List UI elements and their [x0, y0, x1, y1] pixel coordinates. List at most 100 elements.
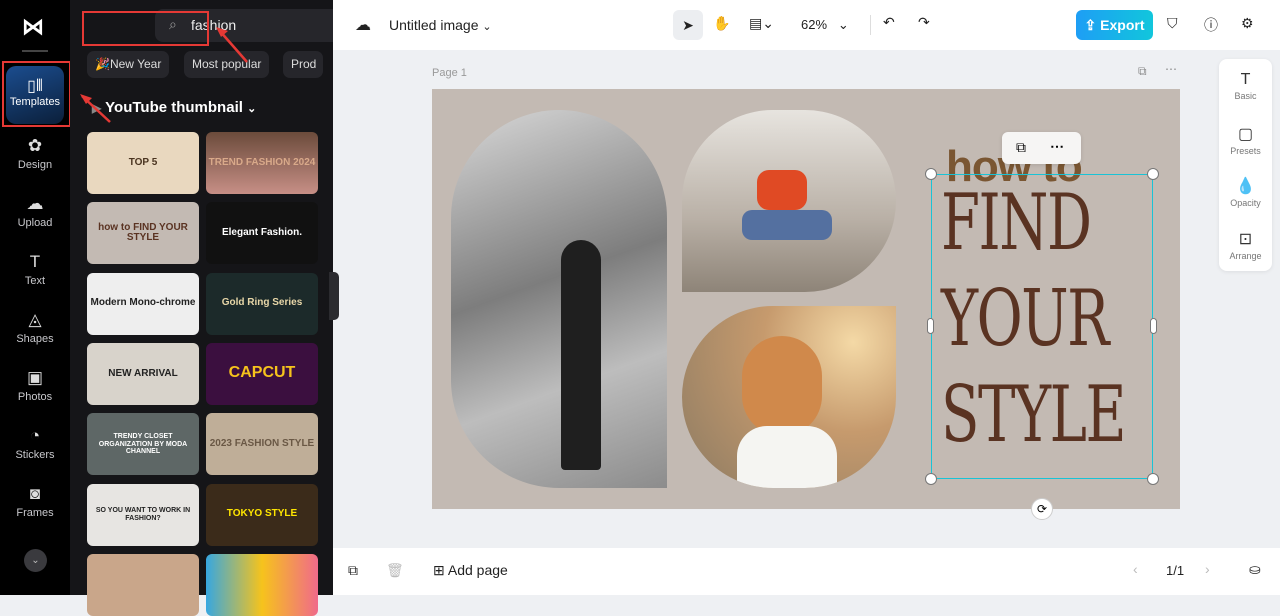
layers-icon[interactable]: ⛀: [1249, 561, 1261, 578]
resize-handle[interactable]: [1147, 473, 1159, 485]
presets-icon: ▢: [1237, 126, 1254, 143]
sidebar-item-design[interactable]: ✿ Design: [0, 136, 70, 171]
chip-products[interactable]: Prod: [283, 51, 323, 78]
sidebar-item-stickers[interactable]: ◔ Stickers: [0, 426, 70, 461]
page-label: Page 1: [432, 67, 467, 79]
select-tool-button[interactable]: ➤: [673, 10, 703, 40]
prop-opacity[interactable]: 💧 Opacity: [1219, 176, 1272, 208]
prop-arrange[interactable]: ⊡ Arrange: [1219, 229, 1272, 261]
page-more-icon[interactable]: ⋯: [1165, 62, 1177, 76]
template-thumbnail[interactable]: TOKYO STYLE: [206, 483, 318, 546]
category-label: YouTube thumbnail: [105, 99, 243, 116]
template-thumbnail[interactable]: TREND FASHION 2024: [206, 132, 318, 194]
figure: [742, 210, 832, 240]
hand-tool-button[interactable]: ✋: [713, 15, 730, 32]
cloud-save-icon: ☁: [355, 17, 371, 34]
sidebar-item-shapes[interactable]: ◬ Shapes: [0, 310, 70, 345]
prop-label: Basic: [1234, 91, 1257, 101]
panel-collapse-handle[interactable]: [329, 272, 339, 320]
title-text: Untitled image: [389, 17, 479, 33]
more-button[interactable]: ⌄: [24, 549, 47, 572]
template-thumbnail[interactable]: Gold Ring Series: [206, 272, 318, 335]
photo-woman-concrete[interactable]: [451, 110, 667, 488]
chevron-down-icon: ⌄: [247, 103, 257, 115]
duplicate-page-icon[interactable]: ⧉: [1138, 64, 1147, 79]
duplicate-icon[interactable]: ⧉: [1016, 139, 1026, 156]
resize-handle[interactable]: [1147, 168, 1159, 180]
template-title: Modern Mono-chrome: [90, 297, 196, 309]
template-thumbnail[interactable]: Elegant Fashion.: [206, 202, 318, 265]
more-icon[interactable]: ⋯: [1050, 138, 1064, 155]
template-thumbnail[interactable]: [206, 553, 318, 616]
duplicate-page-button[interactable]: ⧉: [348, 562, 358, 579]
sidebar-item-frames[interactable]: ◙ Frames: [0, 484, 70, 519]
divider: [22, 50, 48, 52]
capcut-logo: ⋈: [22, 14, 44, 39]
resize-handle-side[interactable]: [1150, 318, 1157, 334]
document-title[interactable]: Untitled image ⌄: [389, 17, 492, 33]
annotation-box: [2, 61, 71, 127]
zoom-dropdown[interactable]: 62% ⌄: [801, 17, 849, 33]
text-icon: T: [29, 252, 41, 271]
template-thumbnail[interactable]: TOP 5: [87, 132, 199, 194]
sidebar-item-label: Shapes: [16, 333, 54, 345]
resize-handle[interactable]: [925, 168, 937, 180]
layout-button[interactable]: ▤⌄: [749, 15, 774, 32]
annotation-box: [82, 11, 209, 46]
template-thumbnail[interactable]: CAPCUT: [206, 342, 318, 405]
bottom-bar: ⧉ 🗑 ⊞ Add page ‹ 1/1 › ⛀: [333, 548, 1280, 595]
template-thumbnail[interactable]: TRENDY CLOSET ORGANIZATION BY MODA CHANN…: [87, 413, 199, 476]
sidebar-item-photos[interactable]: ▣ Photos: [0, 368, 70, 403]
template-title: NEW ARRIVAL: [108, 367, 178, 379]
prop-label: Presets: [1230, 146, 1261, 156]
sidebar-item-label: Text: [24, 275, 46, 287]
delete-page-button[interactable]: 🗑: [386, 562, 404, 579]
chip-new-year[interactable]: 🎉New Year: [87, 51, 170, 78]
add-page-icon: ⊞: [433, 562, 445, 578]
next-page-button[interactable]: ›: [1205, 561, 1210, 577]
template-thumbnail[interactable]: 2023 FASHION STYLE: [206, 413, 318, 476]
sidebar-item-label: Stickers: [15, 449, 55, 461]
shield-icon[interactable]: ⛉: [1167, 15, 1178, 32]
template-thumbnail[interactable]: [87, 553, 199, 616]
template-thumbnail[interactable]: Modern Mono-chrome: [87, 272, 199, 335]
settings-icon[interactable]: ⚙: [1241, 15, 1254, 32]
prop-label: Opacity: [1230, 198, 1261, 208]
rotate-icon[interactable]: ⟳: [1031, 498, 1053, 520]
chip-most-popular[interactable]: Most popular: [184, 51, 270, 78]
top-bar: ☁ Untitled image ⌄ ➤ ✋ ▤⌄ 62% ⌄ ↶ ↷ ⇪ Ex…: [333, 0, 1280, 50]
help-icon[interactable]: ⓘ: [1204, 15, 1218, 35]
sidebar-item-upload[interactable]: ☁ Upload: [0, 194, 70, 229]
frames-icon: ◙: [29, 484, 41, 503]
template-title: SO YOU WANT TO WORK IN FASHION?: [95, 507, 191, 522]
category-dropdown[interactable]: ▶ YouTube thumbnail ⌄: [92, 99, 256, 116]
youtube-icon: ▶: [92, 101, 102, 115]
text-icon: T: [1240, 71, 1251, 88]
template-thumbnail[interactable]: how to FIND YOUR STYLE: [87, 202, 199, 265]
selection-box[interactable]: [931, 174, 1153, 479]
add-page-button[interactable]: ⊞ Add page: [433, 562, 508, 579]
prop-basic[interactable]: T Basic: [1219, 71, 1272, 101]
shapes-icon: ◬: [28, 310, 42, 329]
figure: [561, 240, 601, 470]
photo-woman-sunglasses[interactable]: [682, 306, 896, 488]
photo-woman-red-top[interactable]: [682, 110, 896, 292]
export-button[interactable]: ⇪ Export: [1076, 10, 1153, 40]
prop-presets[interactable]: ▢ Presets: [1219, 124, 1272, 156]
resize-handle-side[interactable]: [927, 318, 934, 334]
template-thumbnail[interactable]: SO YOU WANT TO WORK IN FASHION?: [87, 483, 199, 546]
design-icon: ✿: [27, 136, 43, 155]
resize-handle[interactable]: [925, 473, 937, 485]
template-title: TOKYO STYLE: [226, 508, 298, 520]
redo-button[interactable]: ↷: [918, 14, 930, 31]
undo-button[interactable]: ↶: [883, 14, 895, 31]
upload-icon: ☁: [26, 194, 44, 213]
export-label: Export: [1100, 17, 1145, 33]
sidebar-item-text[interactable]: T Text: [0, 252, 70, 287]
add-page-label: Add page: [447, 562, 508, 578]
template-thumbnail[interactable]: NEW ARRIVAL: [87, 342, 199, 405]
prev-page-button[interactable]: ‹: [1133, 561, 1138, 577]
export-icon: ⇪: [1084, 17, 1097, 33]
stickers-icon: ◔: [29, 426, 41, 445]
template-title: Gold Ring Series: [221, 297, 303, 309]
